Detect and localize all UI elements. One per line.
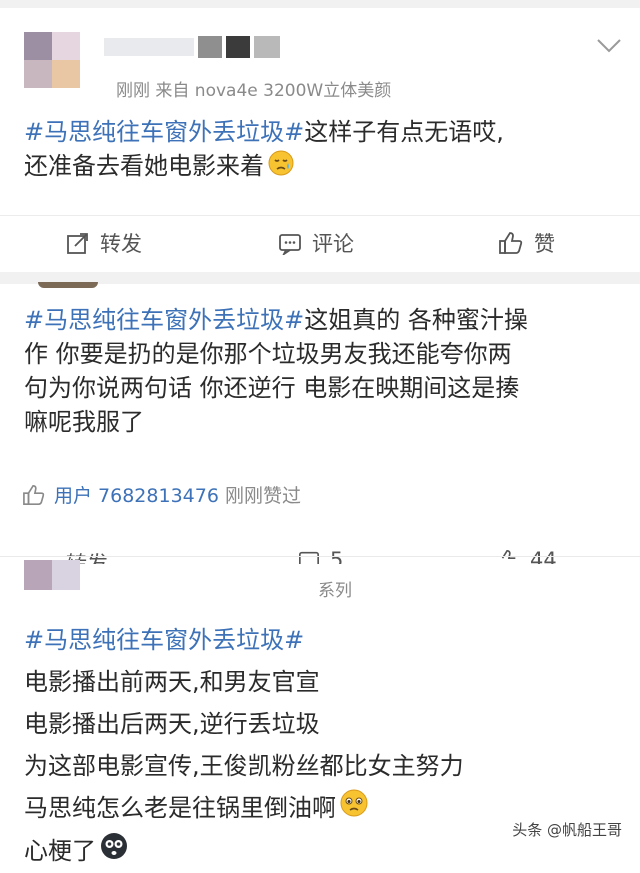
comment-button[interactable]: 评论 <box>278 228 354 258</box>
hashtag-link[interactable]: #马思纯往车窗外丢垃圾# <box>24 306 304 334</box>
watermark: 头条 @帆船王哥 <box>512 821 622 839</box>
pleading-face-emoji <box>340 788 368 830</box>
liked-by-row: 用户 7682813476 刚刚赞过 <box>22 481 301 508</box>
avatar-partial <box>38 282 98 288</box>
chevron-down-icon[interactable] <box>596 38 622 58</box>
hashtag-link[interactable]: #马思纯往车窗外丢垃圾# <box>24 118 304 146</box>
top-separator <box>0 0 640 8</box>
repost-icon <box>67 233 88 254</box>
avatar[interactable] <box>24 560 80 590</box>
post-body: #马思纯往车窗外丢垃圾#这姐真的 各种蜜汁操 作 你要是扔的是你那个垃圾男友我还… <box>24 306 528 436</box>
hashtag-link[interactable]: #马思纯往车窗外丢垃圾# <box>24 626 304 654</box>
thumbs-up-icon <box>23 484 45 505</box>
like-button[interactable]: 赞 <box>498 228 555 258</box>
liker-username[interactable]: 用户 7682813476 <box>54 481 219 508</box>
crying-face-emoji <box>268 150 294 185</box>
repost-button[interactable]: 转发 <box>66 228 142 258</box>
screenshot-seam <box>0 556 640 557</box>
blurred-username[interactable] <box>104 36 294 58</box>
post-meta: 刚刚 来自 nova4e 3200W立体美颜 <box>116 81 392 101</box>
divider <box>0 215 640 216</box>
shocked-face-emoji <box>100 831 128 873</box>
cropped-action-row: 转发 5 44 <box>0 540 640 564</box>
post-body: #马思纯往车窗外丢垃圾#这样子有点无语哎, 还准备去看她电影来着 <box>24 115 624 185</box>
comment-icon <box>279 234 301 255</box>
post-meta: 系列 <box>318 581 352 601</box>
thumbs-up-icon <box>499 232 523 254</box>
avatar[interactable] <box>24 32 80 88</box>
